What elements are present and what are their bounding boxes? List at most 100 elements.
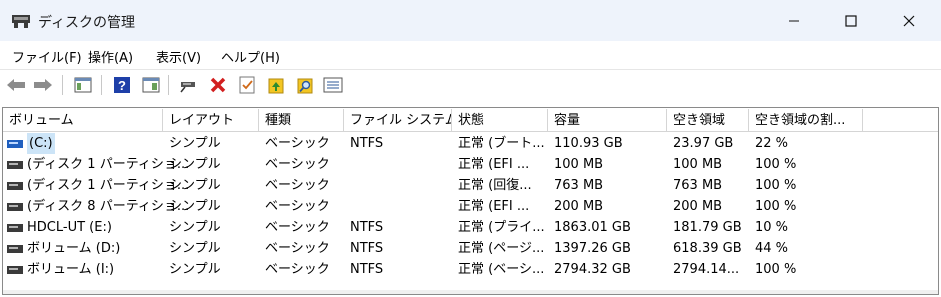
connect-drive-icon xyxy=(180,82,195,93)
column-header-capacity[interactable]: 容量 xyxy=(548,109,667,131)
maximize-icon xyxy=(845,14,857,27)
cell-free-space: 100 MB xyxy=(673,157,723,172)
action-pane-icon xyxy=(142,77,160,93)
cell-capacity: 763 MB xyxy=(554,178,604,193)
cell-file-system: NTFS xyxy=(350,220,384,235)
column-header-free-space[interactable]: 空き領域 xyxy=(667,109,749,131)
help-button[interactable]: ? xyxy=(111,74,133,96)
column-header-status[interactable]: 状態 xyxy=(452,109,548,131)
cell-layout: シンプル xyxy=(169,262,221,277)
disk-management-app-icon xyxy=(12,15,30,28)
cell-type: ベーシック xyxy=(265,199,330,214)
cell-capacity: 2794.32 GB xyxy=(554,262,631,277)
cell-volume: (ディスク 1 パーティショ... xyxy=(27,178,190,193)
back-button[interactable] xyxy=(5,74,27,96)
cell-type: ベーシック xyxy=(265,241,330,256)
menu-view[interactable]: 表示(V) xyxy=(156,47,201,66)
svg-text:?: ? xyxy=(118,78,126,93)
volume-icon xyxy=(7,224,23,232)
action-pane-button[interactable] xyxy=(140,74,162,96)
cell-layout: シンプル xyxy=(169,178,221,193)
up-folder-button[interactable] xyxy=(265,74,287,96)
cell-file-system: NTFS xyxy=(350,241,384,256)
table-row[interactable]: (C:) シンプル ベーシック NTFS 正常 (ブート... 110.93 G… xyxy=(3,133,938,154)
maximize-button[interactable] xyxy=(828,0,874,41)
table-row[interactable]: ボリューム (D:) シンプル ベーシック NTFS 正常 (ページ... 13… xyxy=(3,238,938,259)
column-header-file-system[interactable]: ファイル システム xyxy=(344,109,452,131)
table-row[interactable]: (ディスク 1 パーティショ... シンプル ベーシック 正常 (回復... 7… xyxy=(3,175,938,196)
header-divider xyxy=(3,131,938,132)
close-button[interactable] xyxy=(886,0,932,41)
search-folder-icon xyxy=(297,78,313,94)
cell-status: 正常 (ページ... xyxy=(458,241,545,256)
minimize-button[interactable] xyxy=(771,0,817,41)
table-row[interactable]: (ディスク 8 パーティショ... シンプル ベーシック 正常 (EFI ...… xyxy=(3,196,938,217)
cell-status: 正常 (ブート... xyxy=(458,136,545,151)
cell-type: ベーシック xyxy=(265,136,330,151)
cell-percent-free: 100 % xyxy=(755,178,797,193)
minimize-icon xyxy=(789,20,799,21)
cell-layout: シンプル xyxy=(169,241,221,256)
cell-volume: (ディスク 8 パーティショ... xyxy=(27,199,190,214)
table-row[interactable]: HDCL-UT (E:) シンプル ベーシック NTFS 正常 (プライ... … xyxy=(3,217,938,238)
cell-free-space: 23.97 GB xyxy=(673,136,734,151)
volume-icon xyxy=(7,140,23,148)
cell-file-system: NTFS xyxy=(350,136,384,151)
cell-layout: シンプル xyxy=(169,199,221,214)
cell-capacity: 1397.26 GB xyxy=(554,241,631,256)
toolbar-separator xyxy=(101,75,102,95)
cell-percent-free: 44 % xyxy=(755,241,789,256)
cell-capacity: 1863.01 GB xyxy=(554,220,631,235)
volume-icon xyxy=(7,266,23,274)
cell-status: 正常 (EFI ... xyxy=(458,157,530,172)
volume-icon xyxy=(7,182,23,190)
volume-icon xyxy=(7,203,23,211)
connect-drive-button[interactable] xyxy=(178,74,200,96)
window-title: ディスクの管理 xyxy=(38,15,136,31)
forward-button[interactable] xyxy=(32,74,54,96)
menu-help[interactable]: ヘルプ(H) xyxy=(221,47,280,66)
cell-free-space: 618.39 GB xyxy=(673,241,742,256)
toolbar-separator xyxy=(168,75,169,95)
table-row[interactable]: (ディスク 1 パーティショ... シンプル ベーシック 正常 (EFI ...… xyxy=(3,154,938,175)
cell-volume: ボリューム (I:) xyxy=(27,262,115,277)
cell-volume: ボリューム (D:) xyxy=(27,241,121,256)
table-row[interactable]: ボリューム (I:) シンプル ベーシック NTFS 正常 (ベーシ... 27… xyxy=(3,259,938,280)
properties-button[interactable] xyxy=(236,74,258,96)
cell-free-space: 763 MB xyxy=(673,178,723,193)
cell-percent-free: 100 % xyxy=(755,157,797,172)
back-icon xyxy=(7,79,25,91)
column-header-layout[interactable]: レイアウト xyxy=(163,109,259,131)
column-header-percent-free[interactable]: 空き領域の割... xyxy=(749,109,863,131)
cell-free-space: 181.79 GB xyxy=(673,220,742,235)
column-header-volume[interactable]: ボリューム xyxy=(3,109,163,131)
cell-volume: HDCL-UT (E:) xyxy=(27,220,112,235)
cell-percent-free: 100 % xyxy=(755,199,797,214)
cell-file-system: NTFS xyxy=(350,262,384,277)
close-icon xyxy=(903,15,915,26)
cell-capacity: 100 MB xyxy=(554,157,604,172)
cell-status: 正常 (ベーシ... xyxy=(458,262,545,277)
cell-type: ベーシック xyxy=(265,178,330,193)
up-folder-icon xyxy=(268,78,284,94)
volume-icon xyxy=(7,161,23,169)
cell-free-space: 200 MB xyxy=(673,199,723,214)
cell-capacity: 200 MB xyxy=(554,199,604,214)
cell-layout: シンプル xyxy=(169,220,221,235)
search-folder-button[interactable] xyxy=(294,74,316,96)
volume-icon xyxy=(7,245,23,253)
details-view-button[interactable] xyxy=(322,74,344,96)
horizontal-scrollbar[interactable] xyxy=(3,290,938,294)
cell-type: ベーシック xyxy=(265,220,330,235)
cell-layout: シンプル xyxy=(169,136,221,151)
menu-file[interactable]: ファイル(F) xyxy=(12,47,82,66)
menu-action[interactable]: 操作(A) xyxy=(88,47,133,66)
console-tree-button[interactable] xyxy=(72,74,94,96)
cell-free-space: 2794.14... xyxy=(673,262,740,277)
delete-button[interactable] xyxy=(207,74,229,96)
cell-layout: シンプル xyxy=(169,157,221,172)
column-header-type[interactable]: 種類 xyxy=(259,109,344,131)
help-icon: ? xyxy=(114,77,130,93)
cell-percent-free: 22 % xyxy=(755,136,789,151)
cell-volume: (ディスク 1 パーティショ... xyxy=(27,157,190,172)
